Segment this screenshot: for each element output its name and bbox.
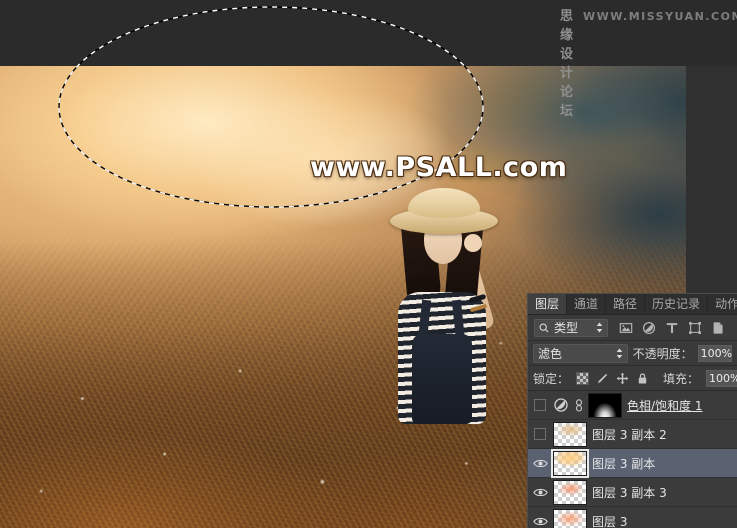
eye-visible-icon [532, 488, 548, 496]
layer-thumbnail-content [554, 451, 586, 475]
layer-thumbnail[interactable] [553, 479, 587, 505]
hue-saturation-layer-icon [554, 398, 568, 412]
eye-off-icon [534, 428, 546, 440]
girl-hat-crown [408, 188, 480, 218]
layer-visibility-toggle[interactable] [532, 426, 548, 442]
layer-list: 色相/饱和度 1 图层 3 副本 2 图层 3 副本 图层 3 副本 3 图层 … [528, 391, 737, 528]
forum-watermark-en: WWW.MISSYUAN.COM [583, 10, 737, 23]
layer-thumbnail[interactable] [553, 421, 587, 447]
opacity-value[interactable]: 100% [697, 344, 732, 362]
lock-transparent-pixels-icon[interactable] [576, 371, 590, 385]
layer-visibility-toggle[interactable] [532, 455, 548, 471]
layer-name[interactable]: 色相/饱和度 1 [627, 397, 703, 414]
lock-row: 锁定： 填充： 100% [528, 366, 737, 391]
filter-type-icons [619, 321, 725, 335]
layer-visibility-toggle[interactable] [532, 484, 548, 500]
layers-panel: 图层 通道 路径 历史记录 动作 类型 滤色 不透明度： 100% 锁定： 填充… [527, 293, 737, 528]
opacity-label: 不透明度： [632, 346, 693, 361]
tab-channels[interactable]: 通道 [567, 294, 607, 314]
layer-name[interactable]: 图层 3 副本 3 [592, 484, 667, 501]
tab-history[interactable]: 历史记录 [645, 294, 709, 314]
lock-all-icon[interactable] [636, 372, 649, 385]
layer-name[interactable]: 图层 3 副本 2 [592, 426, 667, 443]
shape-layer-filter-icon[interactable] [688, 321, 702, 335]
forum-watermark-cn: 思缘设计论坛 [560, 9, 575, 119]
eye-visible-icon [532, 517, 548, 525]
pixel-layer-filter-icon[interactable] [619, 321, 633, 335]
smart-object-filter-icon[interactable] [711, 321, 725, 335]
lock-position-icon[interactable] [616, 372, 629, 385]
layer-mask-thumbnail[interactable] [588, 392, 622, 418]
search-icon [539, 323, 549, 332]
layer-filter-bar: 类型 [528, 315, 737, 341]
photo-subject-girl [376, 188, 506, 424]
panel-tab-bar: 图层 通道 路径 历史记录 动作 [528, 294, 737, 315]
filter-kind-select[interactable]: 类型 [534, 318, 608, 337]
layer-row-hue-saturation[interactable]: 色相/饱和度 1 [528, 391, 737, 420]
layer-row-copy-3[interactable]: 图层 3 副本 3 [528, 478, 737, 507]
adjustment-layer-filter-icon[interactable] [642, 321, 656, 335]
eye-off-icon [534, 399, 546, 411]
lock-image-pixels-icon[interactable] [596, 372, 609, 385]
blend-mode-row: 滤色 不透明度： 100% [528, 341, 737, 366]
tab-layers[interactable]: 图层 [528, 294, 568, 314]
photoshop-window: www.PSALL.com 思缘设计论坛 WWW.MISSYUAN.COM 图层… [0, 0, 737, 528]
fill-value[interactable]: 100% [706, 369, 737, 387]
girl-hand [464, 234, 482, 252]
fill-label: 填充： [663, 371, 700, 386]
updown-arrows-icon[interactable] [616, 348, 623, 359]
layer-thumbnail[interactable] [551, 448, 589, 478]
layer-row-copy-2[interactable]: 图层 3 副本 2 [528, 420, 737, 449]
type-layer-filter-icon[interactable] [665, 321, 679, 335]
layer-row-copy-selected[interactable]: 图层 3 副本 [528, 448, 737, 478]
layer-name[interactable]: 图层 3 副本 [592, 455, 655, 472]
tab-paths[interactable]: 路径 [606, 294, 646, 314]
layer-thumbnail-content [554, 509, 586, 528]
tab-actions[interactable]: 动作 [708, 294, 737, 314]
forum-watermark: 思缘设计论坛 WWW.MISSYUAN.COM [560, 5, 737, 119]
lock-icon-group [576, 371, 649, 385]
girl-overalls [412, 334, 472, 424]
layer-visibility-toggle[interactable] [532, 513, 548, 528]
canvas-watermark: www.PSALL.com [310, 152, 568, 183]
blend-mode-value: 滤色 [538, 346, 563, 361]
layer-thumbnail[interactable] [553, 508, 587, 528]
layer-visibility-toggle[interactable] [532, 397, 548, 413]
layer-thumbnail-content [554, 422, 586, 446]
lock-label: 锁定： [533, 371, 570, 386]
mask-link-icon[interactable] [574, 397, 583, 413]
layer-name[interactable]: 图层 3 [592, 513, 627, 528]
updown-arrows-icon[interactable] [596, 322, 603, 333]
layer-row-base[interactable]: 图层 3 [528, 507, 737, 528]
filter-kind-label: 类型 [554, 321, 579, 335]
blend-mode-select[interactable]: 滤色 [533, 343, 628, 363]
eye-visible-icon [532, 459, 548, 467]
layer-thumbnail-content [554, 480, 586, 504]
